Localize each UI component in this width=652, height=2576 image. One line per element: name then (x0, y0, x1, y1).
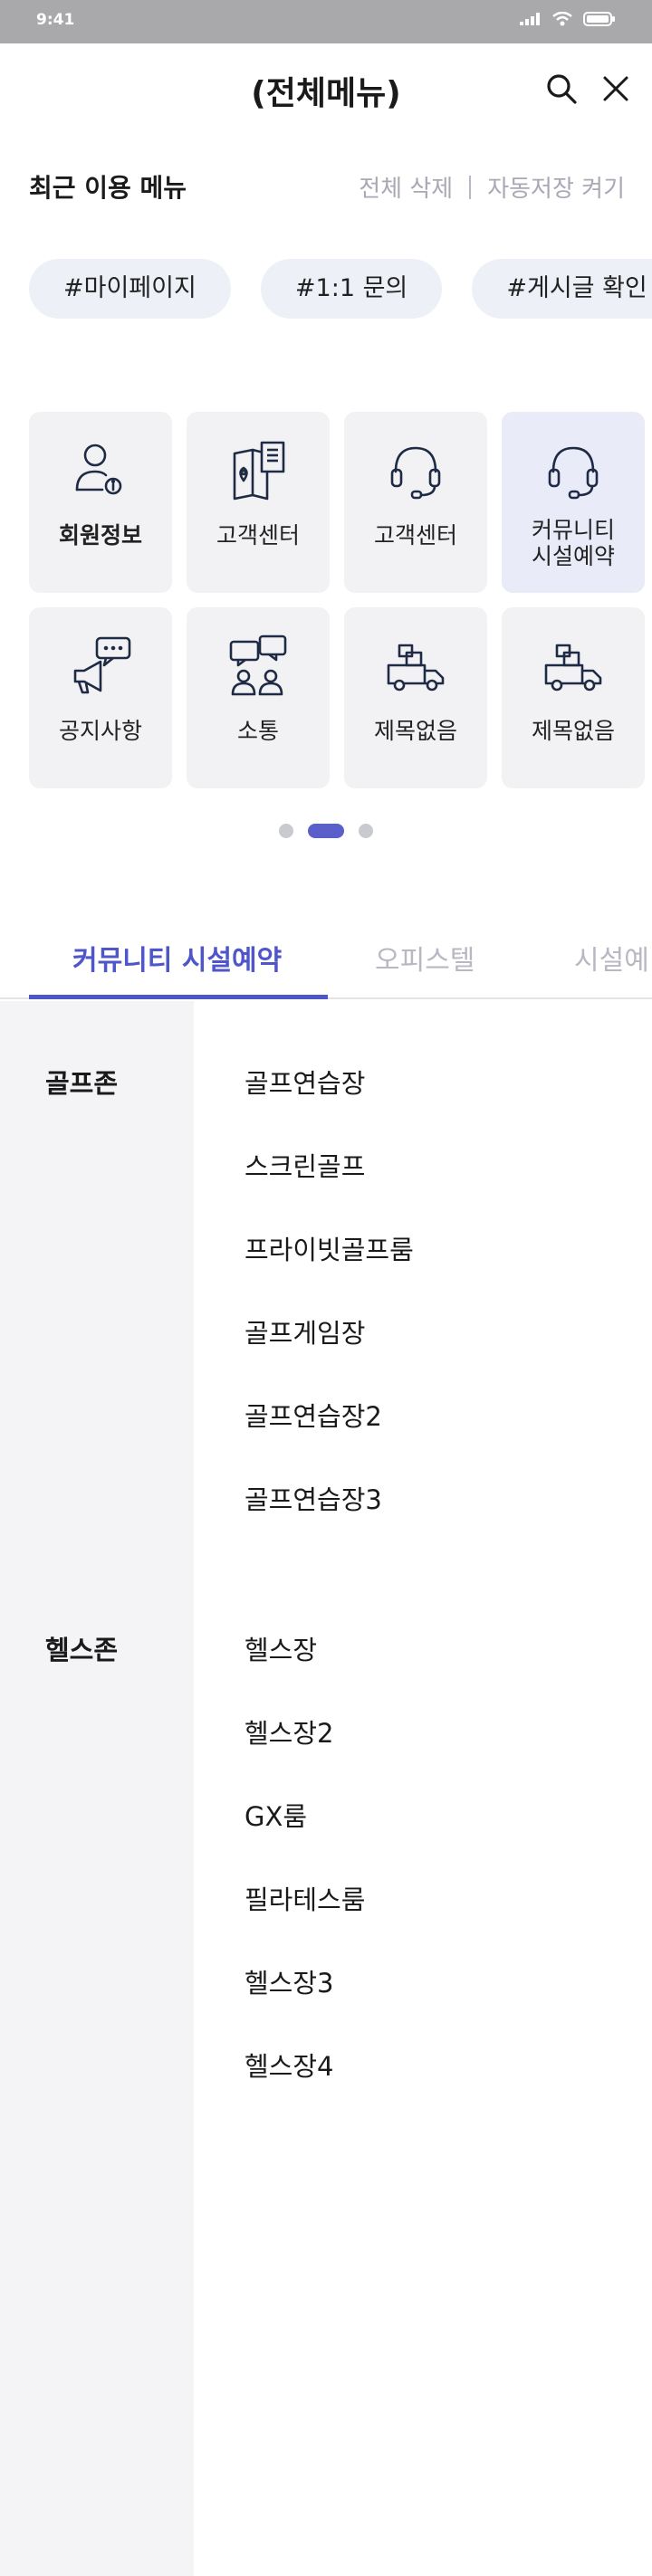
wifi-icon (552, 12, 572, 26)
menu-item[interactable]: 골프게임장 (244, 1312, 365, 1350)
chat-people-icon (229, 634, 287, 696)
menu-tile-label: 공지사항 (58, 718, 142, 744)
status-time: 9:41 (36, 11, 75, 29)
tab-indicator (29, 995, 328, 999)
menu-item[interactable]: GX룸 (244, 1796, 307, 1834)
pagination-dots (0, 824, 652, 838)
category-sidebar (0, 1001, 194, 2576)
menu-tile-label: 고객센터 (216, 522, 300, 549)
search-button[interactable] (540, 67, 583, 110)
menu-item[interactable]: 필라테스룸 (244, 1879, 365, 1917)
recent-chip[interactable]: #마이페이지 (29, 259, 231, 319)
menu-item[interactable]: 골프연습장2 (244, 1396, 382, 1434)
tab-community-reservation[interactable]: 커뮤니티 시설예약 (72, 938, 282, 978)
tab-facility[interactable]: 시설예 (574, 938, 649, 978)
recent-actions: 전체 삭제 자동저장 켜기 (359, 170, 625, 204)
menu-tile-member-info[interactable]: 회원정보 (29, 412, 172, 593)
map-document-icon (233, 441, 285, 501)
headset-icon (548, 446, 599, 500)
truck-icon (387, 644, 445, 692)
pagination-dot[interactable] (359, 824, 373, 838)
menu-item[interactable]: 헬스장4 (244, 2046, 334, 2084)
menu-tile-label: 회원정보 (58, 522, 142, 549)
menu-item[interactable]: 골프연습장 (244, 1063, 365, 1101)
menu-item[interactable]: 헬스장 (244, 1629, 317, 1667)
status-bar: 9:41 (0, 0, 652, 43)
status-icons (520, 12, 616, 26)
close-icon (603, 76, 628, 101)
menu-tile-label: 소통 (236, 718, 279, 744)
divider (469, 175, 472, 199)
menu-tile-label: 제목없음 (531, 718, 615, 744)
tab-officetel[interactable]: 오피스텔 (375, 938, 475, 978)
section-title-golf: 골프존 (45, 1068, 119, 1099)
menu-tile-customer-center[interactable]: 고객센터 (187, 412, 330, 593)
recent-chip[interactable]: #게시글 확인 (472, 259, 652, 319)
menu-item[interactable]: 스크린골프 (244, 1146, 365, 1184)
recent-chip[interactable]: #1:1 문의 (260, 259, 443, 319)
menu-tile-communication[interactable]: 소통 (187, 607, 330, 788)
headset-icon (390, 446, 441, 500)
autosave-toggle-button[interactable]: 자동저장 켜기 (487, 170, 625, 204)
menu-grid: 회원정보 고객센터 고객센터 커뮤니티 시설예약 공지사항 소통 제목없음 제목… (29, 412, 652, 788)
delete-all-button[interactable]: 전체 삭제 (359, 170, 453, 204)
battery-icon (583, 12, 615, 26)
menu-item[interactable]: 헬스장2 (244, 1713, 334, 1751)
menu-item[interactable]: 프라이빗골프룸 (244, 1229, 414, 1267)
category-tabs: 커뮤니티 시설예약 오피스텔 시설예 (0, 920, 652, 999)
menu-item[interactable]: 헬스장3 (244, 1962, 334, 2000)
pagination-dot-active[interactable] (308, 824, 344, 838)
section-title-health: 헬스존 (45, 1635, 119, 1665)
menu-item[interactable]: 골프연습장3 (244, 1479, 382, 1517)
menu-tile-label: 고객센터 (373, 522, 457, 549)
menu-tile-untitled-2[interactable]: 제목없음 (502, 607, 645, 788)
menu-tile-community-reservation[interactable]: 커뮤니티 시설예약 (502, 412, 645, 593)
megaphone-icon (73, 636, 131, 694)
close-button[interactable] (594, 67, 638, 110)
menu-tile-notice[interactable]: 공지사항 (29, 607, 172, 788)
user-info-icon (75, 444, 122, 495)
pagination-dot[interactable] (279, 824, 293, 838)
recent-menu-title: 최근 이용 메뉴 (29, 173, 187, 203)
menu-tile-untitled[interactable]: 제목없음 (344, 607, 487, 788)
header: (전체메뉴) (0, 43, 652, 134)
menu-tile-label: 제목없음 (373, 718, 457, 744)
truck-icon (544, 644, 602, 692)
signal-icon (520, 13, 540, 25)
recent-chips: #마이페이지 #1:1 문의 #게시글 확인 (29, 259, 652, 319)
menu-tile-label: 커뮤니티 시설예약 (531, 517, 615, 569)
search-icon (547, 74, 577, 104)
menu-tile-customer-center-2[interactable]: 고객센터 (344, 412, 487, 593)
